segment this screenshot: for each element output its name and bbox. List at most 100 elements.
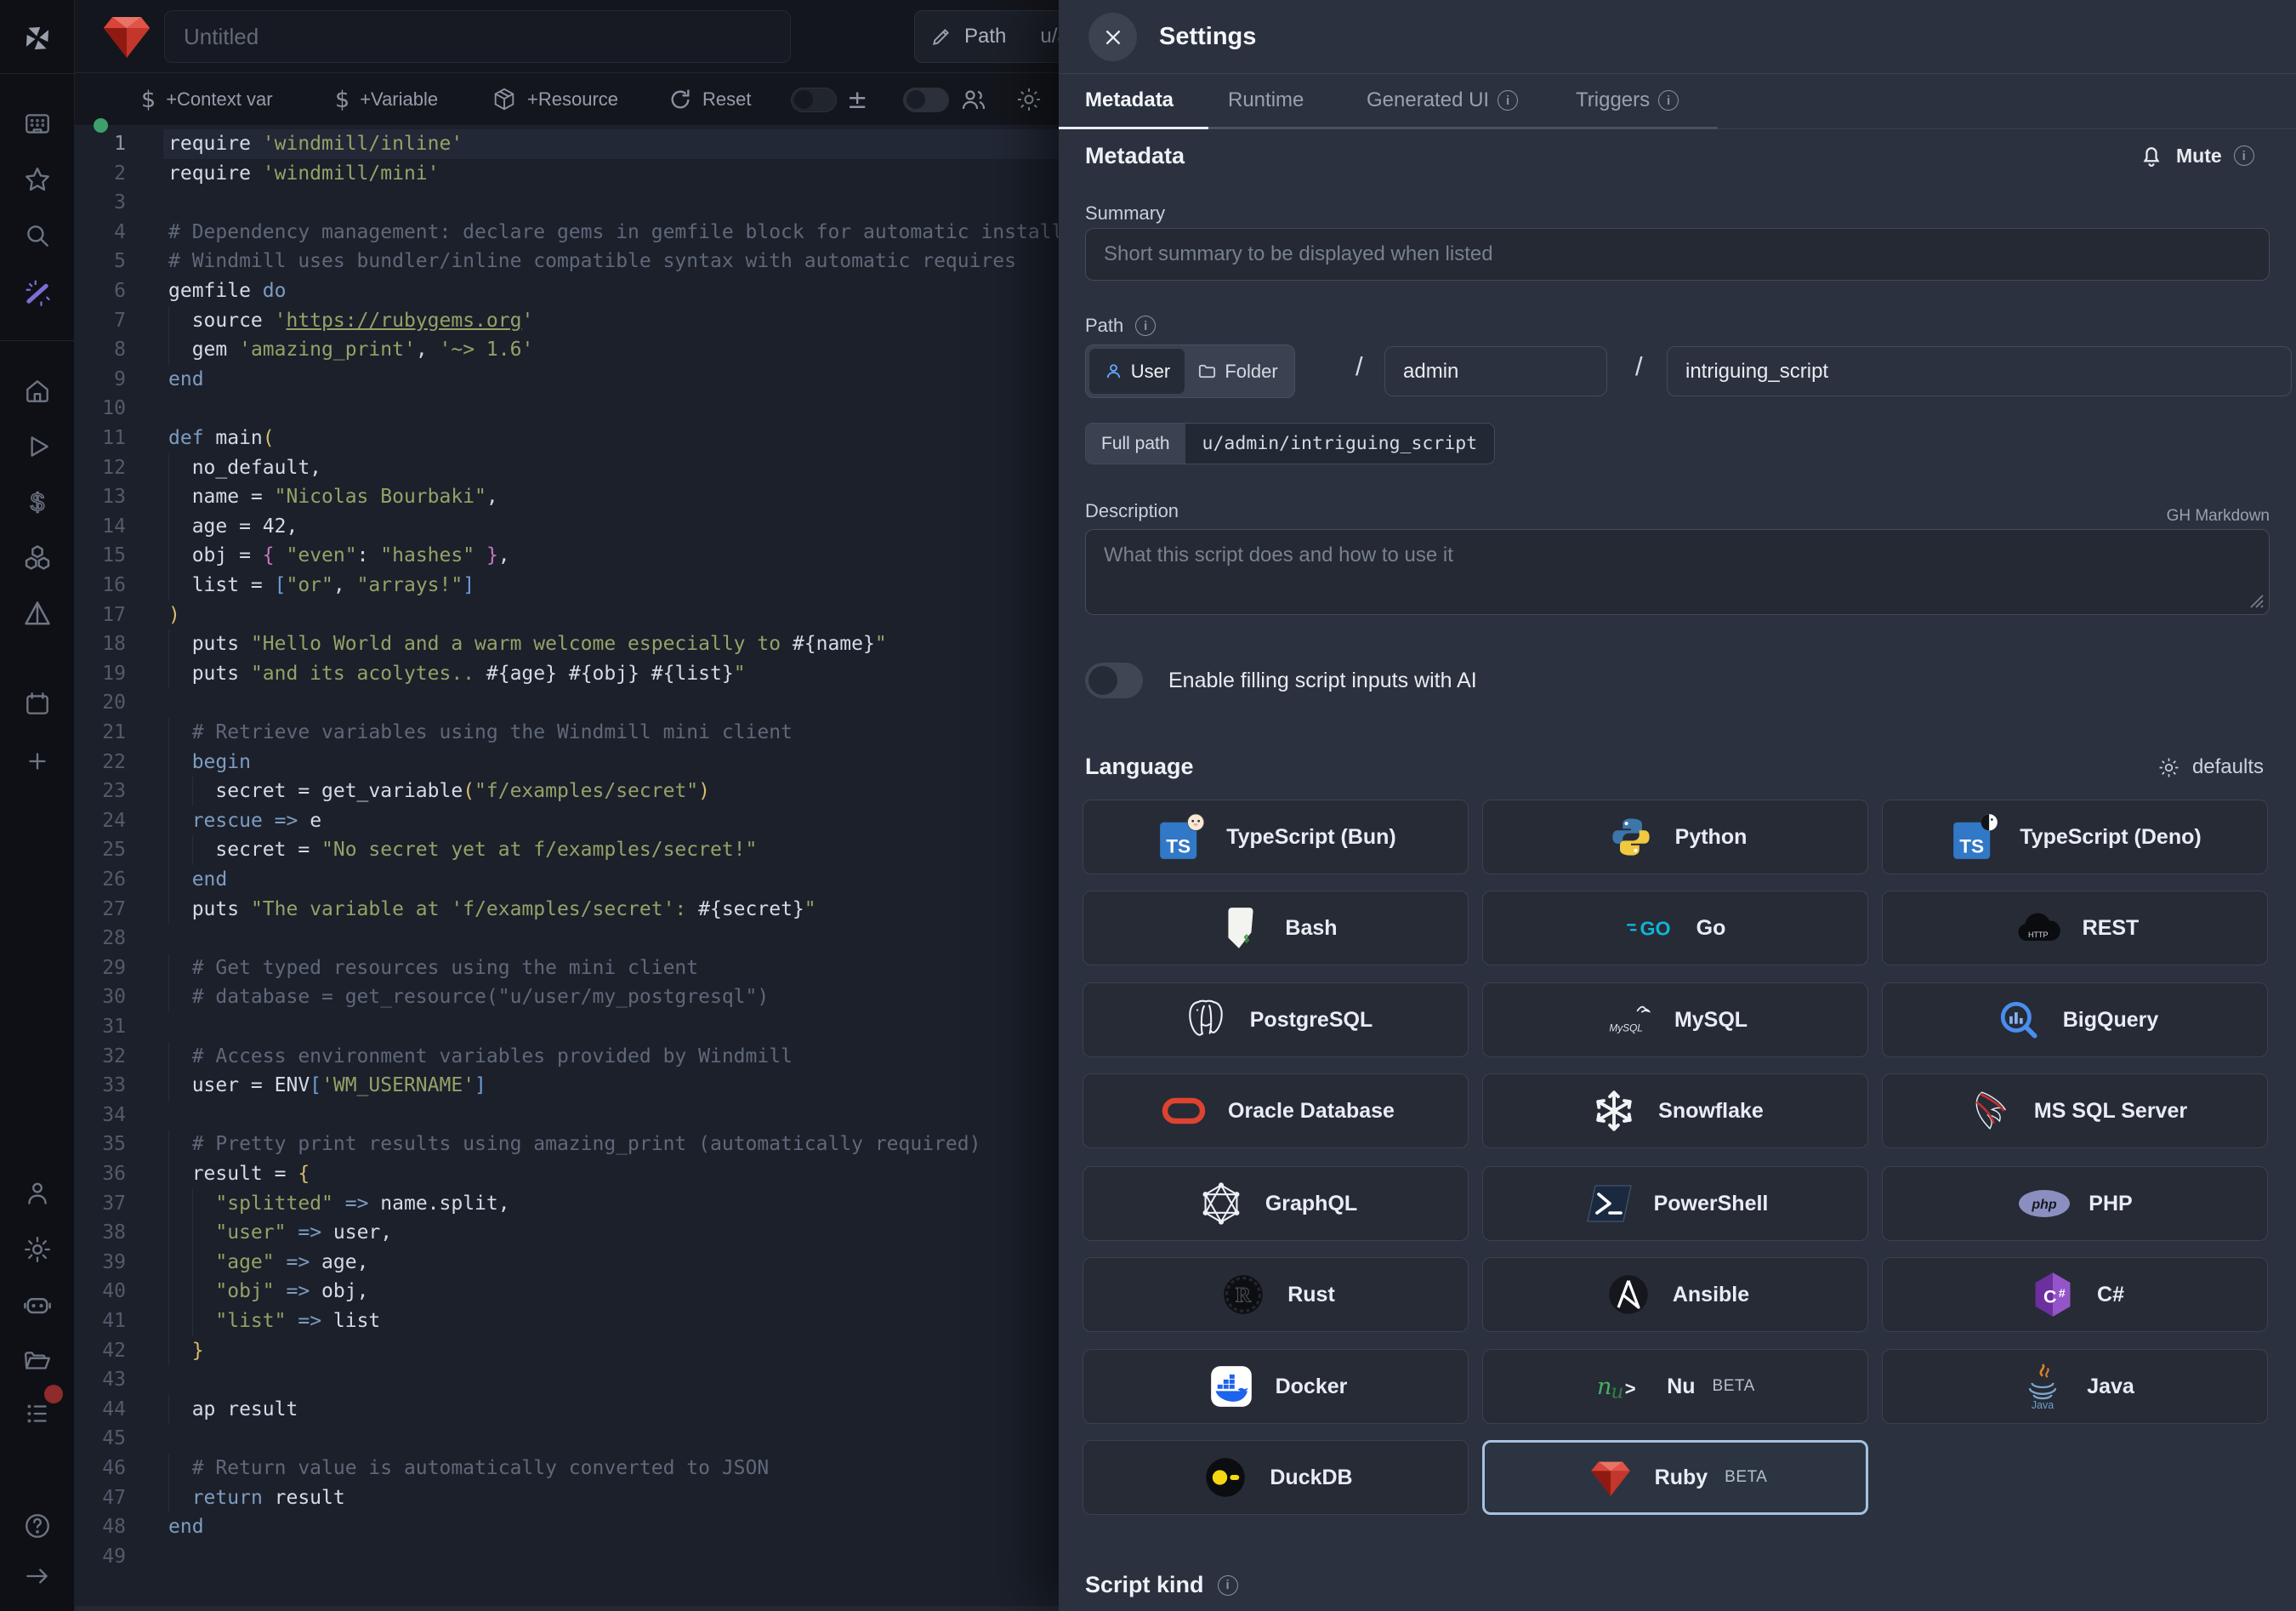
- workspace-switcher-icon[interactable]: [22, 109, 53, 139]
- settings-drawer: Settings MetadataRuntimeGenerated UIiTri…: [1059, 0, 2296, 1611]
- tab-generated-ui[interactable]: Generated UIi: [1367, 74, 1518, 127]
- docker-icon: [1204, 1364, 1259, 1409]
- language-label: Docker: [1276, 1375, 1348, 1399]
- language-label: TypeScript (Deno): [2020, 825, 2201, 850]
- description-placeholder: What this script does and how to use it: [1104, 544, 1453, 567]
- home-icon[interactable]: [22, 376, 53, 407]
- svg-text:$: $: [30, 489, 44, 517]
- resources-cubes-icon[interactable]: [22, 544, 53, 574]
- beta-badge: BETA: [1713, 1377, 1755, 1396]
- add-resource-button[interactable]: +Resource: [492, 73, 618, 126]
- beta-badge: BETA: [1725, 1468, 1767, 1487]
- diff-toggle[interactable]: ±: [791, 73, 867, 126]
- triggers-prism-icon[interactable]: [22, 599, 53, 629]
- language-label: Snowflake: [1658, 1099, 1764, 1124]
- script-title-input[interactable]: Untitled: [164, 10, 791, 63]
- diff-toggle-switch[interactable]: [791, 88, 837, 112]
- favorites-star-icon[interactable]: [22, 165, 53, 196]
- language-label: Go: [1696, 916, 1726, 941]
- python-icon: [1604, 815, 1658, 859]
- reset-label: Reset: [702, 88, 751, 111]
- language-card-go[interactable]: GOGo: [1482, 891, 1868, 965]
- language-card-ruby[interactable]: RubyBETA: [1482, 1440, 1868, 1515]
- variables-dollar-icon[interactable]: $: [22, 487, 53, 518]
- language-card-oracle[interactable]: Oracle Database: [1083, 1073, 1469, 1148]
- tab-runtime[interactable]: Runtime: [1228, 74, 1304, 127]
- audit-logs-list-icon[interactable]: [22, 1398, 53, 1429]
- runs-play-icon[interactable]: [22, 431, 53, 462]
- close-button[interactable]: [1088, 13, 1137, 61]
- owner-kind-folder-option[interactable]: Folder: [1185, 349, 1291, 394]
- description-textarea[interactable]: What this script does and how to use it: [1085, 529, 2270, 615]
- owner-kind-user-option[interactable]: User: [1089, 349, 1185, 394]
- search-icon[interactable]: [22, 220, 53, 251]
- bell-icon: [2139, 143, 2164, 168]
- language-card-rest[interactable]: HTTPREST: [1882, 891, 2268, 965]
- add-context-var-button[interactable]: $ +Context var: [141, 73, 273, 126]
- tab-underline: [1208, 127, 1718, 129]
- typescript-bun-icon: TS: [1155, 813, 1209, 861]
- ai-fill-row: Enable filling script inputs with AI: [1085, 663, 1477, 698]
- create-plus-icon[interactable]: [22, 746, 53, 777]
- add-variable-button[interactable]: $ +Variable: [335, 73, 438, 126]
- language-card-graphql[interactable]: GraphQL: [1083, 1166, 1469, 1241]
- gh-markdown-hint: GH Markdown: [2167, 507, 2270, 526]
- info-icon: i: [1135, 316, 1156, 336]
- language-label: PHP: [2089, 1192, 2132, 1216]
- path-owner-input[interactable]: admin: [1384, 346, 1607, 396]
- language-card-postgresql[interactable]: PostgreSQL: [1083, 982, 1469, 1057]
- defaults-label: defaults: [2192, 755, 2264, 779]
- description-label: Description: [1085, 500, 1179, 522]
- language-card-typescript-deno[interactable]: TSTypeScript (Deno): [1882, 800, 2268, 874]
- ai-fill-toggle[interactable]: [1085, 663, 1143, 698]
- language-card-mysql[interactable]: MySQLMySQL: [1482, 982, 1868, 1057]
- path-name-input[interactable]: intriguing_script: [1667, 346, 2292, 396]
- language-card-docker[interactable]: Docker: [1083, 1349, 1469, 1424]
- editor-settings-button[interactable]: [1015, 73, 1043, 126]
- language-card-java[interactable]: JavaJava: [1882, 1349, 2268, 1424]
- folders-icon[interactable]: [22, 1346, 53, 1376]
- language-card-rust[interactable]: RRust: [1083, 1257, 1469, 1332]
- language-card-csharp[interactable]: C#C#: [1882, 1257, 2268, 1332]
- language-card-bash[interactable]: $Bash: [1083, 891, 1469, 965]
- multiplayer-toggle-switch[interactable]: [903, 88, 949, 112]
- duckdb-icon: [1198, 1455, 1253, 1500]
- multiplayer-toggle[interactable]: [903, 73, 986, 126]
- reset-button[interactable]: Reset: [668, 73, 751, 126]
- pencil-icon: [930, 26, 952, 48]
- workers-robot-icon[interactable]: [22, 1289, 53, 1320]
- path-name-value: intriguing_script: [1685, 360, 1828, 384]
- help-icon[interactable]: [22, 1511, 53, 1541]
- bash-icon: $: [1213, 906, 1268, 950]
- language-card-mssql[interactable]: MS SQL Server: [1882, 1073, 2268, 1148]
- plus-minus-icon: ±: [847, 85, 867, 114]
- language-label: MySQL: [1674, 1008, 1748, 1033]
- language-card-bigquery[interactable]: BigQuery: [1882, 982, 2268, 1057]
- schedules-calendar-icon[interactable]: [22, 689, 53, 720]
- add-context-var-label: +Context var: [166, 88, 272, 111]
- language-card-nu[interactable]: nu>NuBETA: [1482, 1349, 1868, 1424]
- svg-text:u: u: [1611, 1380, 1624, 1403]
- settings-gear-icon[interactable]: [22, 1234, 53, 1265]
- script-title-placeholder: Untitled: [184, 24, 259, 50]
- language-card-php[interactable]: phpPHP: [1882, 1166, 2268, 1241]
- ai-wand-icon[interactable]: [22, 276, 53, 307]
- account-user-icon[interactable]: [22, 1178, 53, 1209]
- users-icon: [959, 86, 986, 113]
- full-path-label: Full path: [1086, 424, 1185, 464]
- tab-metadata[interactable]: Metadata: [1085, 74, 1174, 127]
- language-card-ansible[interactable]: Ansible: [1482, 1257, 1868, 1332]
- language-card-typescript-bun[interactable]: TSTypeScript (Bun): [1083, 800, 1469, 874]
- language-card-python[interactable]: Python: [1482, 800, 1868, 874]
- language-card-duckdb[interactable]: DuckDB: [1083, 1440, 1469, 1515]
- summary-input[interactable]: Short summary to be displayed when liste…: [1085, 228, 2270, 281]
- resize-handle[interactable]: [2248, 592, 2265, 609]
- language-card-snowflake[interactable]: Snowflake: [1482, 1073, 1868, 1148]
- language-card-powershell[interactable]: PowerShell: [1482, 1166, 1868, 1241]
- language-defaults-button[interactable]: defaults: [2157, 755, 2264, 779]
- mute-button[interactable]: Mute i: [2139, 143, 2254, 168]
- postgresql-icon: [1179, 998, 1233, 1042]
- collapse-arrow-icon[interactable]: [22, 1561, 53, 1591]
- tab-triggers[interactable]: Triggersi: [1576, 74, 1679, 127]
- full-path-display: Full path u/admin/intriguing_script: [1085, 423, 1495, 464]
